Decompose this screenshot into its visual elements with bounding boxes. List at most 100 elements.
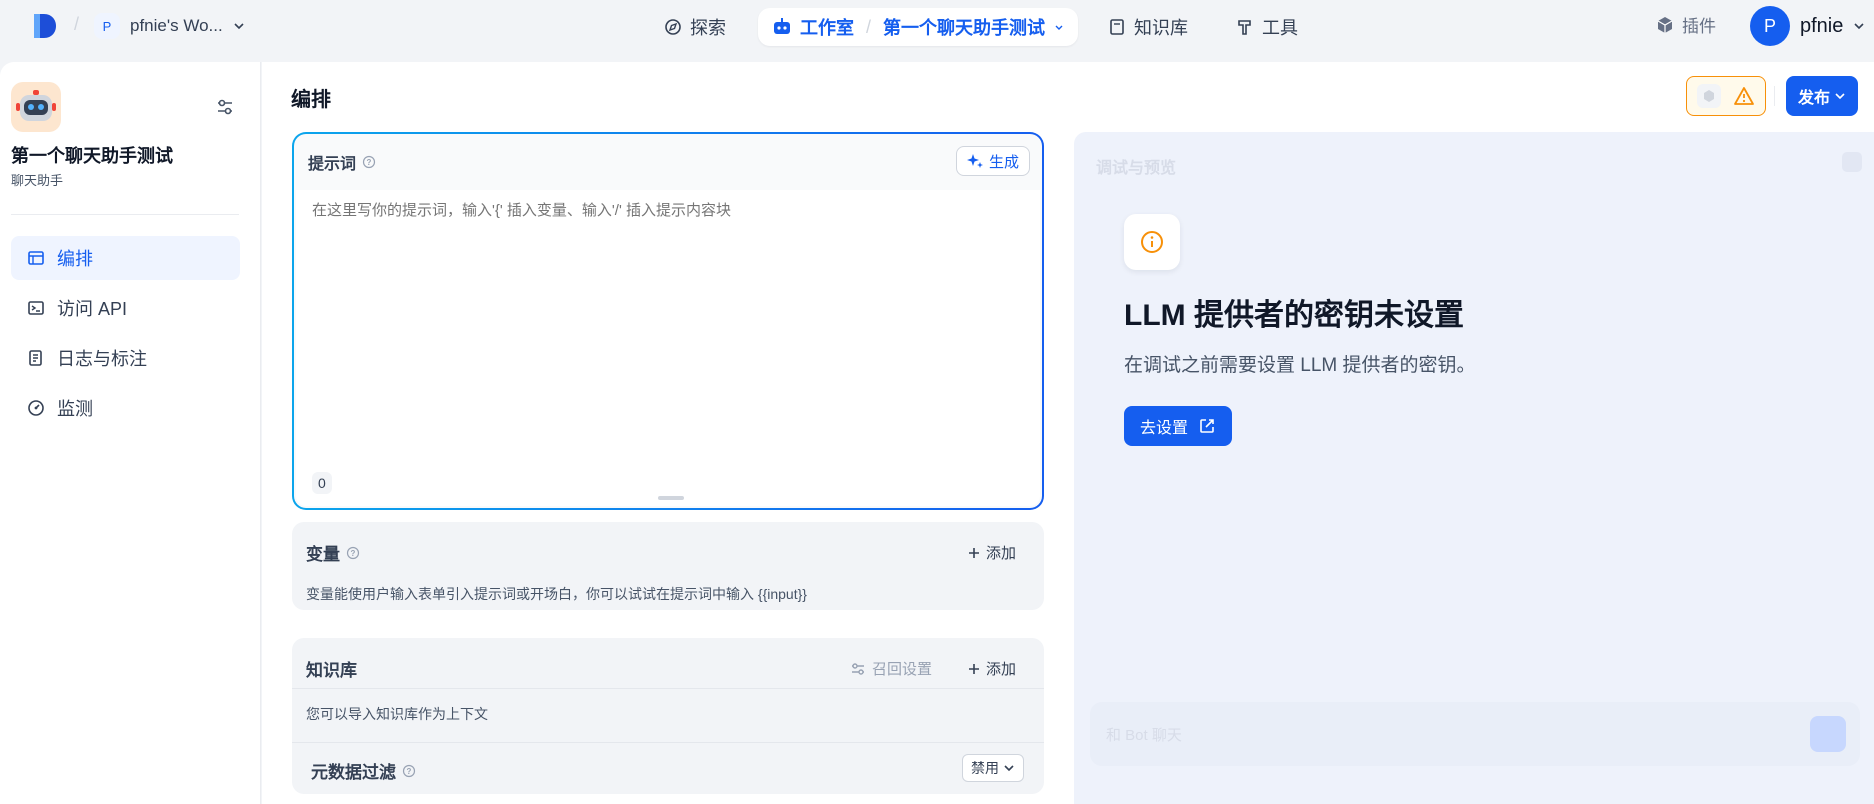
sidebar-item-label: 访问 API <box>57 299 128 319</box>
help-icon[interactable]: ? <box>362 155 376 169</box>
user-menu[interactable]: P pfnie <box>1750 6 1865 46</box>
robot-icon <box>774 18 790 34</box>
gauge-icon <box>28 400 44 416</box>
model-cube-icon <box>1697 84 1721 108</box>
metadata-filter-title: 元数据过滤 ? <box>311 758 416 783</box>
sidebar-item-logs[interactable]: 日志与标注 <box>11 336 240 380</box>
knowledge-title: 知识库 <box>306 661 357 680</box>
prompt-input[interactable] <box>312 202 1012 219</box>
dify-logo-icon[interactable] <box>30 12 58 40</box>
robot-icon <box>16 90 56 121</box>
nav-knowledge[interactable]: 知识库 <box>1108 10 1188 44</box>
debug-title: 调试与预览 <box>1096 160 1177 177</box>
current-app-name[interactable]: 第一个聊天助手测试 <box>883 14 1045 40</box>
help-icon[interactable]: ? <box>402 764 416 778</box>
prompt-body: 0 <box>296 190 1040 506</box>
card-divider <box>292 742 1044 743</box>
sidebar-item-orchestrate[interactable]: 编排 <box>11 236 240 280</box>
recall-settings-button[interactable]: 召回设置 <box>850 658 932 679</box>
variables-title-text: 变量 <box>306 545 340 564</box>
svg-text:?: ? <box>367 158 372 167</box>
sliders-icon[interactable] <box>214 96 236 118</box>
info-circle-icon <box>1141 231 1163 253</box>
sidebar: 第一个聊天助手测试 聊天助手 编排 访问 API 日志与标注 监测 <box>0 62 261 804</box>
chevron-down-icon <box>1854 23 1864 30</box>
debug-preview-panel: 调试与预览 和 Bot 聊天 LLM 提供者的密钥未设置 在调试之前需要设置 L… <box>1074 132 1874 804</box>
nav-tools[interactable]: 工具 <box>1236 10 1298 44</box>
plugins-label: 插件 <box>1682 17 1716 36</box>
go-settings-label: 去设置 <box>1140 420 1189 437</box>
metadata-filter-value: 禁用 <box>971 760 999 776</box>
alert-title: LLM 提供者的密钥未设置 <box>1124 299 1464 332</box>
sparkle-icon <box>966 154 983 168</box>
knowledge-description: 您可以导入知识库作为上下文 <box>306 706 488 722</box>
layout-icon <box>28 251 44 265</box>
plugins-link[interactable]: 插件 <box>1656 12 1716 37</box>
variables-title: 变量 ? <box>306 540 360 565</box>
publish-button[interactable]: 发布 <box>1786 76 1858 116</box>
add-variable-button[interactable]: 添加 <box>968 542 1016 563</box>
sidebar-item-monitoring[interactable]: 监测 <box>11 386 240 430</box>
book-icon <box>1110 19 1124 35</box>
send-button[interactable] <box>1810 716 1846 752</box>
workspace-switcher[interactable]: P pfnie's Wo... <box>94 11 245 41</box>
svg-text:?: ? <box>407 767 412 776</box>
log-icon <box>29 350 42 366</box>
metadata-filter-label: 元数据过滤 <box>311 763 396 782</box>
nav-explore-label: 探索 <box>690 18 726 38</box>
help-icon[interactable]: ? <box>346 546 360 560</box>
alert-description: 在调试之前需要设置 LLM 提供者的密钥。 <box>1124 355 1476 376</box>
cube-icon <box>1657 16 1673 33</box>
prompt-label-text: 提示词 <box>308 156 357 173</box>
top-nav: / P pfnie's Wo... 探索 工作室 / 第一个聊天助手测试 知识库… <box>0 0 1874 52</box>
app-icon <box>11 82 61 132</box>
card-divider <box>292 688 1044 689</box>
page-title: 编排 <box>291 89 331 111</box>
chevron-down-icon <box>234 23 244 30</box>
sidebar-item-label: 日志与标注 <box>57 349 147 369</box>
user-name: pfnie <box>1800 14 1844 37</box>
workspace-name: pfnie's Wo... <box>130 16 223 35</box>
publish-label: 发布 <box>1797 90 1830 107</box>
add-variable-label: 添加 <box>985 545 1016 562</box>
add-knowledge-button[interactable]: 添加 <box>968 658 1016 679</box>
hammer-icon <box>1238 20 1251 35</box>
terminal-icon <box>28 301 44 315</box>
breadcrumb-separator: / <box>74 14 80 34</box>
app-title: 第一个聊天助手测试 <box>11 146 173 166</box>
variables-card: 变量 ? 添加 变量能使用户输入表单引入提示词或开场白，你可以试试在提示词中输入… <box>292 522 1044 610</box>
resize-handle[interactable] <box>658 496 684 500</box>
plus-icon <box>968 547 979 558</box>
app-type: 聊天助手 <box>11 173 64 188</box>
chat-input[interactable]: 和 Bot 聊天 <box>1090 702 1860 766</box>
nav-explore[interactable]: 探索 <box>664 10 726 44</box>
avatar: P <box>1750 6 1790 46</box>
sidebar-item-label: 监测 <box>57 399 93 419</box>
chevron-down-icon[interactable] <box>1053 21 1065 33</box>
warning-icon <box>1734 87 1754 105</box>
debug-settings-icon[interactable] <box>1842 152 1862 172</box>
variables-description: 变量能使用户输入表单引入提示词或开场白，你可以试试在提示词中输入 {{input… <box>306 586 807 602</box>
external-link-icon <box>1200 419 1214 433</box>
plus-icon <box>968 663 979 674</box>
sidebar-item-label: 编排 <box>57 249 93 269</box>
nav-separator: / <box>866 16 872 37</box>
char-counter: 0 <box>312 472 332 494</box>
recall-settings-label: 召回设置 <box>871 661 932 678</box>
metadata-filter-select[interactable]: 禁用 <box>962 754 1024 782</box>
go-settings-button[interactable]: 去设置 <box>1124 406 1233 446</box>
chevron-down-icon <box>1004 765 1014 772</box>
alert-icon-box <box>1124 214 1180 270</box>
compass-icon <box>665 19 681 35</box>
main-panel: 编排 发布 提示词 ? 生成 0 <box>262 62 1874 804</box>
sidebar-divider <box>11 214 239 215</box>
chevron-down-icon <box>1835 93 1845 100</box>
knowledge-card: 知识库 召回设置 添加 您可以导入知识库作为上下文 元数据过滤 ? 禁用 <box>292 638 1044 794</box>
sidebar-item-api[interactable]: 访问 API <box>11 286 240 330</box>
generate-button[interactable]: 生成 <box>955 146 1030 176</box>
add-knowledge-label: 添加 <box>985 661 1016 678</box>
svg-text:?: ? <box>351 549 356 558</box>
chat-input-placeholder: 和 Bot 聊天 <box>1106 727 1182 744</box>
model-warning-button[interactable] <box>1686 76 1766 116</box>
nav-studio[interactable]: 工作室 / 第一个聊天助手测试 <box>758 8 1078 46</box>
